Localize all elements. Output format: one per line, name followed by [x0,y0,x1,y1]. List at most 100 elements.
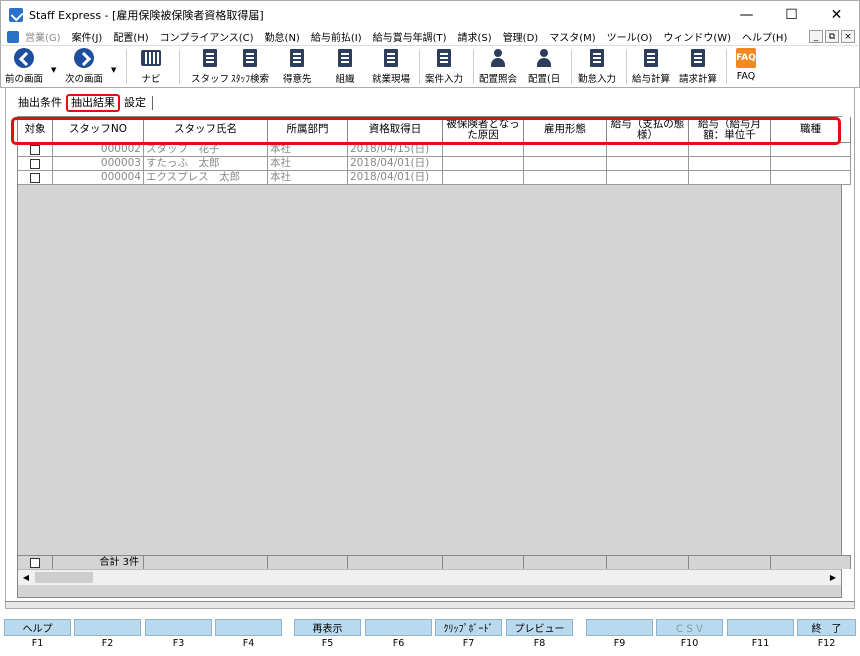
f4-button[interactable]: F4 [215,619,282,649]
title-bar: Staff Express - [雇用保険被保険者資格取得届] — ☐ ✕ [0,0,860,28]
menu-master[interactable]: マスタ(M) [549,29,595,44]
staff-search-button[interactable]: ｽﾀｯﾌ検索 [231,48,269,85]
mdi-restore-icon[interactable]: ⧉ [825,30,839,43]
tab-settings[interactable]: 設定 [120,95,150,111]
window-title: Staff Express - [雇用保険被保険者資格取得届] [29,8,264,22]
menu-sales[interactable]: 営業(G) [25,29,61,44]
f10-csv-button[interactable]: ＣＳＶ F10 [656,619,723,649]
tab-divider [152,96,153,110]
close-icon[interactable]: ✕ [814,1,859,29]
f12-exit-button[interactable]: 終 了 F12 [797,619,856,649]
f6-button[interactable]: F6 [365,619,432,649]
grid-body: 000002 スタッフ 花子 本社 2018/04/15(日) 000003 す… [18,143,851,185]
grid-header: 対象 スタッフNO スタッフ氏名 所属部門 資格取得日 被保険者となった原因 雇… [18,117,851,143]
maximize-icon[interactable]: ☐ [769,1,814,29]
f5-refresh-button[interactable]: 再表示 F5 [294,619,361,649]
prev-dropdown-icon[interactable]: ▼ [51,66,56,74]
horizontal-scrollbar[interactable]: ◀ ▶ [18,569,841,585]
table-row[interactable]: 000002 スタッフ 花子 本社 2018/04/15(日) [18,143,851,157]
cell-staff-no: 000004 [53,171,144,184]
menu-assign[interactable]: 配置(H) [113,29,148,44]
header-job-type[interactable]: 職種 [771,117,851,142]
staff-search-icon [243,49,257,67]
row-checkbox[interactable] [30,158,40,169]
case-input-button[interactable]: 案件入力 [425,48,463,85]
header-staff-name[interactable]: スタッフ氏名 [144,117,268,142]
function-key-bar: ヘルプ F1 F2 F3 F4 再表示 F5 F6 ｸﾘｯﾌﾟﾎﾞｰﾄﾞ F7 プレビ… [0,619,860,656]
document-icon[interactable] [7,30,19,43]
tab-extraction-results[interactable]: 抽出結果 [66,94,120,112]
client-button[interactable]: 得意先 [283,48,312,85]
assign-day-button[interactable]: 配置(日 [528,48,560,85]
menu-case[interactable]: 案件(J) [72,29,103,44]
scroll-right-icon[interactable]: ▶ [825,570,841,585]
header-target[interactable]: 対象 [18,117,53,142]
assign-inquiry-button[interactable]: 配置照会 [479,48,517,85]
menu-tools[interactable]: ツール(O) [607,29,653,44]
faq-button[interactable]: FAQ FAQ [736,48,756,82]
menu-billing[interactable]: 請求(S) [458,29,492,44]
select-all-checkbox[interactable] [30,557,40,568]
header-acquisition-date[interactable]: 資格取得日 [348,117,443,142]
header-monthly-pay[interactable]: 給与（給与月額：単位千 [689,117,771,142]
billing-calc-button[interactable]: 請求計算 [679,48,717,85]
menu-compliance[interactable]: コンプライアンス(C) [160,29,254,44]
attendance-edit-icon [590,49,604,67]
header-cause[interactable]: 被保険者となった原因 [443,117,524,142]
f9-button[interactable]: F9 [586,619,653,649]
assign-inquiry-icon [489,49,507,67]
tab-extraction-conditions[interactable]: 抽出条件 [14,95,66,111]
f2-button[interactable]: F2 [74,619,141,649]
mdi-close-icon[interactable]: × [841,30,855,43]
row-checkbox[interactable] [30,144,40,155]
menu-payroll[interactable]: 給与賞与年調(T) [373,29,447,44]
menu-admin[interactable]: 管理(D) [503,29,539,44]
back-arrow-icon [14,48,34,68]
menu-window[interactable]: ウィンドウ(W) [663,29,731,44]
toolbar: 前の画面 ▼ 次の画面 ▼ ナビ スタッフ ｽﾀｯﾌ検索 得意先 組織 就業現場… [0,45,860,88]
payroll-calc-icon [644,49,658,67]
scroll-thumb[interactable] [35,572,93,583]
f3-button[interactable]: F3 [145,619,212,649]
menu-attendance[interactable]: 勤怠(N) [265,29,300,44]
f11-button[interactable]: F11 [727,619,794,649]
app-icon [9,7,23,22]
cell-staff-name: エクスプレス 太郎 [144,171,268,184]
header-department[interactable]: 所属部門 [268,117,348,142]
attendance-input-button[interactable]: 勤怠入力 [578,48,616,85]
org-button[interactable]: 組織 [335,48,355,85]
table-row[interactable]: 000004 エクスプレス 太郎 本社 2018/04/01(日) [18,171,851,185]
f8-preview-button[interactable]: プレビュー F8 [506,619,573,649]
cell-date: 2018/04/01(日) [348,157,443,170]
case-input-icon [437,49,451,67]
minimize-icon[interactable]: — [724,1,769,29]
scroll-left-icon[interactable]: ◀ [18,570,34,585]
next-dropdown-icon[interactable]: ▼ [111,66,116,74]
menu-help[interactable]: ヘルプ(H) [742,29,787,44]
org-icon [338,49,352,67]
f7-clipboard-button[interactable]: ｸﾘｯﾌﾟﾎﾞｰﾄﾞ F7 [435,619,502,649]
staff-button[interactable]: スタッフ [191,48,229,85]
assign-day-icon [535,49,553,67]
f1-help-button[interactable]: ヘルプ F1 [4,619,71,649]
forward-arrow-icon [74,48,94,68]
toolbar-separator [571,50,572,84]
window-controls: — ☐ ✕ [724,1,859,29]
staff-doc-icon [203,49,217,67]
navi-button[interactable]: ナビ [141,48,161,85]
cell-date: 2018/04/01(日) [348,171,443,184]
toolbar-separator [179,50,180,84]
workplace-button[interactable]: 就業現場 [372,48,410,85]
prev-screen-button[interactable]: 前の画面 [5,48,43,85]
payroll-calc-button[interactable]: 給与計算 [632,48,670,85]
row-checkbox[interactable] [30,172,40,183]
table-row[interactable]: 000003 すたっふ 太郎 本社 2018/04/01(日) [18,157,851,171]
header-pay-mode[interactable]: 給与（支払の態様） [607,117,689,142]
header-employment-type[interactable]: 雇用形態 [524,117,607,142]
menu-advance-pay[interactable]: 給与前払(I) [311,29,362,44]
mdi-minimize-icon[interactable]: _ [809,30,823,43]
header-staff-no[interactable]: スタッフNO [53,117,144,142]
cell-department: 本社 [268,143,348,156]
cell-staff-name: スタッフ 花子 [144,143,268,156]
next-screen-button[interactable]: 次の画面 [65,48,103,85]
